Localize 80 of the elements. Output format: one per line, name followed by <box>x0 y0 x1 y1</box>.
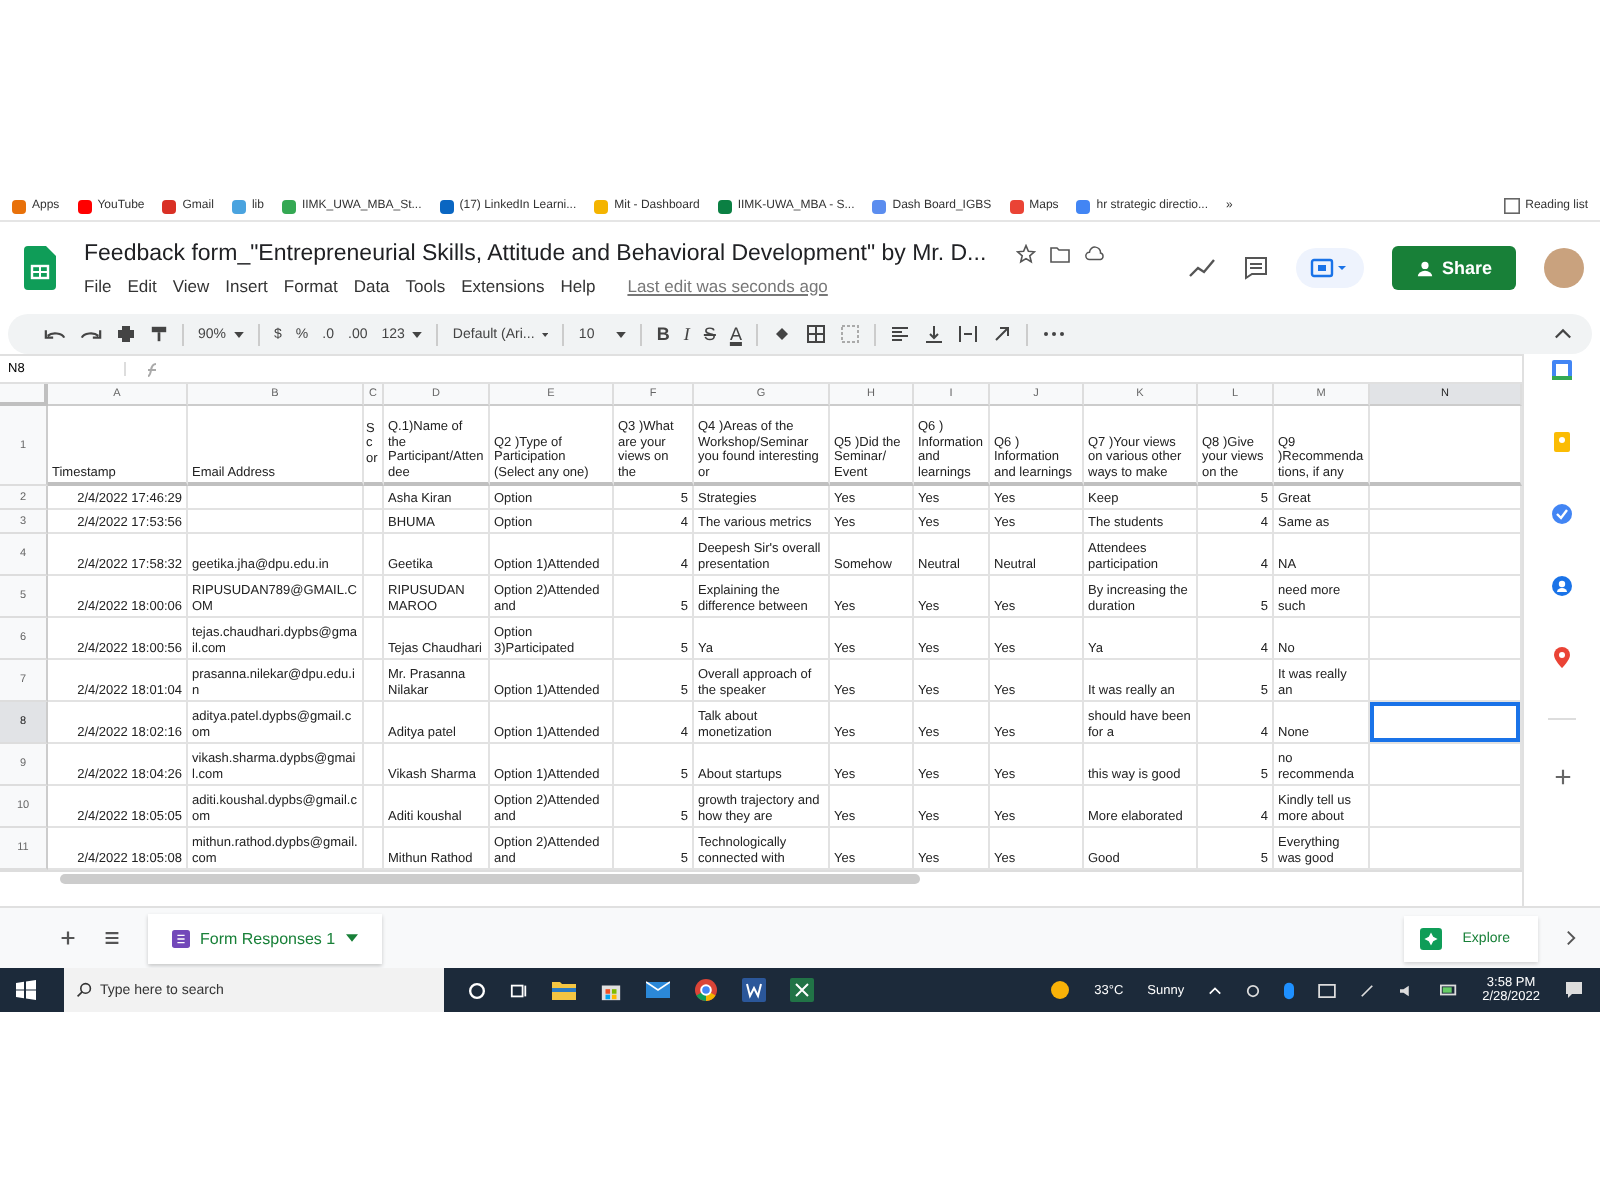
empty-cell <box>364 486 383 510</box>
more-icon[interactable] <box>1041 330 1066 338</box>
windows-start-icon[interactable] <box>16 980 36 1000</box>
caret-icon <box>542 331 549 337</box>
empty-cell <box>364 786 383 828</box>
sheet-tab[interactable]: Form Responses 1 <box>148 913 382 963</box>
print-icon[interactable] <box>116 324 136 344</box>
menu-item[interactable]: File <box>84 275 112 295</box>
notifications-icon[interactable] <box>1564 980 1584 1000</box>
form-icon <box>172 929 190 947</box>
contacts-icon[interactable] <box>1550 574 1574 598</box>
fill-color-icon[interactable] <box>771 324 792 344</box>
menu-item[interactable]: Edit <box>127 275 157 295</box>
menu-item[interactable]: Extensions <box>461 275 545 295</box>
empty-cell <box>364 618 383 660</box>
empty-cell <box>364 660 383 702</box>
comment-icon[interactable] <box>1243 256 1268 280</box>
all-sheets-icon[interactable] <box>104 930 120 946</box>
star-icon[interactable] <box>1016 243 1037 263</box>
text-rotation-icon[interactable] <box>991 324 1012 344</box>
caret-icon <box>234 331 245 337</box>
caret-icon <box>345 934 358 942</box>
menu-item[interactable]: Format <box>283 275 338 295</box>
redo-icon[interactable] <box>80 326 102 342</box>
search-icon <box>76 982 92 998</box>
borders-icon[interactable] <box>805 324 826 344</box>
chrome-icon[interactable] <box>694 978 718 1002</box>
calendar-icon[interactable] <box>1550 358 1574 382</box>
function-icon <box>142 361 162 377</box>
empty-cell <box>364 702 383 744</box>
cortana-icon[interactable] <box>468 981 486 999</box>
task-view-icon[interactable] <box>510 981 528 999</box>
battery-icon[interactable] <box>1440 984 1459 996</box>
explore-icon <box>1420 927 1443 949</box>
text-color-button[interactable]: A <box>729 324 742 344</box>
word-icon[interactable] <box>742 978 766 1002</box>
text-wrap-icon[interactable] <box>957 324 978 344</box>
share-button[interactable]: Share <box>1391 246 1516 290</box>
empty-cell <box>364 744 383 786</box>
collapse-icon[interactable] <box>1554 328 1572 340</box>
last-edit-link[interactable]: Last edit was seconds ago <box>627 275 828 295</box>
empty-cell <box>364 510 383 534</box>
paint-format-icon[interactable] <box>150 324 168 344</box>
menu-item[interactable]: Insert <box>225 275 268 295</box>
file-explorer-icon[interactable] <box>552 980 576 1000</box>
menu-item[interactable]: View <box>172 275 210 295</box>
plus-icon[interactable] <box>1553 768 1571 786</box>
scrollbar-thumb[interactable] <box>60 874 920 884</box>
folder-icon[interactable] <box>1050 243 1071 263</box>
present-button[interactable] <box>1295 248 1364 288</box>
spreadsheet-icon[interactable] <box>790 978 814 1002</box>
chevron-right-icon[interactable] <box>1566 930 1576 946</box>
bold-button[interactable]: B <box>656 324 670 344</box>
mail-icon[interactable] <box>646 980 670 1000</box>
vertical-align-icon[interactable] <box>923 324 944 344</box>
tray-app-icon[interactable] <box>1246 983 1261 997</box>
strikethrough-button[interactable]: S <box>703 324 716 344</box>
sun-icon <box>1050 980 1071 1000</box>
menu-item[interactable]: Tools <box>405 275 446 295</box>
undo-icon[interactable] <box>44 326 66 342</box>
menu-item[interactable]: Help <box>560 275 596 295</box>
selected-cell[interactable] <box>1370 702 1522 744</box>
tasks-icon[interactable] <box>1550 502 1574 526</box>
sheets-logo-icon[interactable] <box>24 246 56 290</box>
person-icon <box>1415 259 1434 277</box>
cloud-icon[interactable] <box>1084 243 1107 263</box>
caret-icon <box>412 331 423 337</box>
trend-line-icon[interactable] <box>1187 258 1216 278</box>
tray-chevron-icon[interactable] <box>1208 985 1223 995</box>
align-left-icon[interactable] <box>889 324 910 344</box>
present-icon <box>1309 258 1350 278</box>
menu-item[interactable]: Data <box>353 275 390 295</box>
empty-cell <box>364 576 383 618</box>
map-pin-icon[interactable] <box>1550 646 1574 670</box>
empty-cell <box>364 534 383 576</box>
caret-icon <box>616 331 627 337</box>
italic-button[interactable]: I <box>683 324 690 344</box>
document-title[interactable]: Feedback form_"Entrepreneurial Skills, Attitude and Behavioral Development" by Mr. D... <box>84 241 987 265</box>
add-sheet-icon[interactable] <box>60 930 76 946</box>
merge-cells-icon[interactable] <box>839 324 860 344</box>
